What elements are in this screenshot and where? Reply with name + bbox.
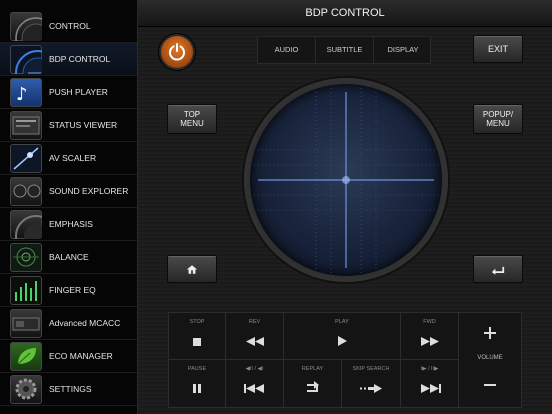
sidebar-item-status-viewer[interactable]: STATUS VIEWER	[0, 109, 137, 142]
sidebar-item-label: FINGER EQ	[49, 285, 96, 295]
control-icon	[10, 12, 42, 41]
touchpad[interactable]	[250, 84, 442, 276]
audio-button[interactable]: AUDIO	[258, 37, 316, 63]
stop-button[interactable]: STOP	[169, 313, 226, 360]
rev-label: REV	[248, 319, 261, 325]
sidebar-item-av-scaler[interactable]: AV SCALER	[0, 142, 137, 175]
title-bar: BDP CONTROL	[138, 0, 552, 27]
play-label: PLAY	[335, 319, 349, 325]
volume-down-button[interactable]	[459, 371, 521, 407]
plus-icon	[484, 327, 496, 339]
step-back-button[interactable]: ◀II / ◀I	[226, 360, 284, 407]
power-icon	[169, 43, 185, 61]
exit-label: EXIT	[487, 44, 508, 54]
skip-search-icon	[360, 384, 382, 393]
subtitle-button[interactable]: SUBTITLE	[316, 37, 374, 63]
mcacc-icon	[10, 309, 42, 338]
popup-menu-label-line2: MENU	[486, 119, 510, 128]
sidebar-item-eco-manager[interactable]: ECO MANAGER	[0, 340, 137, 373]
exit-button[interactable]: EXIT	[473, 35, 523, 63]
push-player-icon: ♪	[10, 78, 42, 107]
pause-button[interactable]: PAUSE	[169, 360, 226, 407]
power-button[interactable]	[161, 36, 193, 68]
sidebar: CONTROL BDP CONTROL ♪ PUSH PLAYER STATUS…	[0, 0, 138, 414]
sidebar-item-settings[interactable]: SETTINGS	[0, 373, 137, 406]
sidebar-item-label: Advanced MCACC	[49, 318, 121, 328]
replay-button[interactable]: REPLAY	[284, 360, 342, 407]
sidebar-item-label: STATUS VIEWER	[49, 120, 118, 130]
sound-explorer-icon	[10, 177, 42, 206]
settings-icon	[10, 375, 42, 404]
top-menu-label-line1: TOP	[183, 110, 201, 119]
status-viewer-icon	[10, 111, 42, 140]
eco-manager-icon	[10, 342, 42, 371]
step-fwd-button[interactable]: I▶ / II▶	[401, 360, 459, 407]
top-menu-button[interactable]: TOP MENU	[167, 104, 217, 134]
balance-icon	[10, 243, 42, 272]
main-panel: BDP CONTROL AUDIO SUBTITLE DISPLAY EXIT …	[138, 0, 552, 414]
volume-control: VOLUME	[459, 313, 521, 407]
skip-search-button[interactable]: SKIP SEARCH	[342, 360, 401, 407]
sidebar-item-control[interactable]: CONTROL	[0, 10, 137, 43]
svg-text:♪: ♪	[16, 84, 28, 105]
minus-icon	[484, 384, 496, 386]
playback-panel: STOP REV PLAY FWD PAUSE ◀II / ◀I REPLAY	[168, 312, 522, 408]
finger-eq-icon	[10, 276, 42, 305]
volume-up-button[interactable]	[459, 313, 521, 348]
crosshair-grid	[250, 84, 442, 276]
sidebar-item-label: SOUND EXPLORER	[49, 186, 129, 196]
audio-subtitle-display-group: AUDIO SUBTITLE DISPLAY	[257, 36, 431, 64]
home-button[interactable]	[167, 255, 217, 283]
rev-button[interactable]: REV	[226, 313, 284, 360]
stop-label: STOP	[189, 319, 205, 325]
sidebar-item-label: ECO MANAGER	[49, 351, 113, 361]
stop-icon	[193, 338, 201, 346]
sidebar-item-label: AV SCALER	[49, 153, 97, 163]
sidebar-item-label: CONTROL	[49, 21, 91, 31]
volume-label: VOLUME	[477, 355, 503, 361]
pause-label: PAUSE	[187, 366, 207, 372]
display-button[interactable]: DISPLAY	[374, 37, 432, 63]
popup-menu-label-line1: POPUP/	[482, 110, 514, 119]
sidebar-item-emphasis[interactable]: EMPHASIS	[0, 208, 137, 241]
bdp-control-icon	[10, 45, 42, 74]
sidebar-item-sound-explorer[interactable]: SOUND EXPLORER	[0, 175, 137, 208]
av-scaler-icon	[10, 144, 42, 173]
skip-search-label: SKIP SEARCH	[352, 366, 390, 372]
sidebar-item-label: BDP CONTROL	[49, 54, 111, 64]
sidebar-item-push-player[interactable]: ♪ PUSH PLAYER	[0, 76, 137, 109]
skip-back-icon	[243, 384, 264, 393]
return-button[interactable]	[473, 255, 523, 283]
page-title: BDP CONTROL	[305, 7, 385, 19]
sidebar-item-label: SETTINGS	[49, 384, 92, 394]
top-menu-label-line2: MENU	[180, 119, 204, 128]
sidebar-item-label: BALANCE	[49, 252, 89, 262]
play-icon	[337, 336, 347, 346]
sidebar-item-balance[interactable]: BALANCE	[0, 241, 137, 274]
return-icon	[491, 266, 505, 275]
sidebar-item-label: EMPHASIS	[49, 219, 93, 229]
sidebar-item-bdp-control[interactable]: BDP CONTROL	[0, 43, 137, 76]
sidebar-item-advanced-mcacc[interactable]: Advanced MCACC	[0, 307, 137, 340]
pause-icon	[193, 384, 201, 393]
home-icon	[186, 265, 198, 274]
replay-label: REPLAY	[301, 366, 324, 372]
fwd-button[interactable]: FWD	[401, 313, 459, 360]
step-fwd-label: I▶ / II▶	[420, 366, 439, 372]
rewind-icon	[245, 337, 264, 346]
emphasis-icon	[10, 210, 42, 239]
fast-forward-icon	[420, 337, 439, 346]
play-button[interactable]: PLAY	[284, 313, 401, 360]
sidebar-item-label: PUSH PLAYER	[49, 87, 108, 97]
popup-menu-button[interactable]: POPUP/ MENU	[473, 104, 523, 134]
skip-forward-icon	[420, 384, 441, 393]
replay-icon	[306, 381, 319, 392]
fwd-label: FWD	[423, 319, 436, 325]
step-back-label: ◀II / ◀I	[245, 366, 264, 372]
sidebar-item-finger-eq[interactable]: FINGER EQ	[0, 274, 137, 307]
